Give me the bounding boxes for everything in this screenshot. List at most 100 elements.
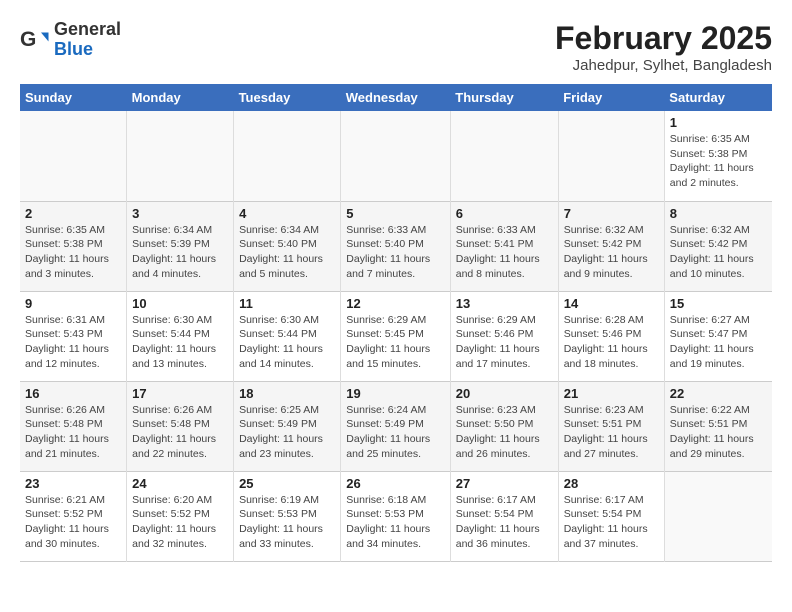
logo-blue-text: Blue (54, 40, 121, 60)
day-info: Sunrise: 6:24 AM Sunset: 5:49 PM Dayligh… (346, 403, 444, 462)
calendar-cell: 15 Sunrise: 6:27 AM Sunset: 5:47 PM Dayli… (664, 291, 772, 381)
calendar-cell: 26 Sunrise: 6:18 AM Sunset: 5:53 PM Dayli… (341, 471, 450, 561)
weekday-header-sunday: Sunday (20, 84, 127, 111)
day-number: 20 (456, 386, 553, 401)
day-number: 12 (346, 296, 444, 311)
day-number: 25 (239, 476, 335, 491)
calendar-cell: 21Sunrise: 6:23 AM Sunset: 5:51 PM Dayli… (558, 381, 664, 471)
calendar-cell: 14 Sunrise: 6:28 AM Sunset: 5:46 PM Dayli… (558, 291, 664, 381)
day-number: 1 (670, 115, 767, 130)
day-info: Sunrise: 6:26 AM Sunset: 5:48 PM Dayligh… (132, 403, 228, 462)
day-info: Sunrise: 6:17 AM Sunset: 5:54 PM Dayligh… (456, 493, 553, 552)
calendar-cell: 19 Sunrise: 6:24 AM Sunset: 5:49 PM Dayli… (341, 381, 450, 471)
weekday-header-tuesday: Tuesday (234, 84, 341, 111)
day-info: Sunrise: 6:31 AM Sunset: 5:43 PM Dayligh… (25, 313, 121, 372)
day-number: 28 (564, 476, 659, 491)
day-number: 24 (132, 476, 228, 491)
calendar-table: SundayMondayTuesdayWednesdayThursdayFrid… (20, 84, 772, 562)
day-info: Sunrise: 6:19 AM Sunset: 5:53 PM Dayligh… (239, 493, 335, 552)
day-info: Sunrise: 6:29 AM Sunset: 5:45 PM Dayligh… (346, 313, 444, 372)
day-info: Sunrise: 6:35 AM Sunset: 5:38 PM Dayligh… (25, 223, 121, 282)
day-info: Sunrise: 6:34 AM Sunset: 5:39 PM Dayligh… (132, 223, 228, 282)
logo-general-text: General (54, 20, 121, 40)
calendar-cell (234, 111, 341, 201)
day-number: 22 (670, 386, 767, 401)
day-info: Sunrise: 6:28 AM Sunset: 5:46 PM Dayligh… (564, 313, 659, 372)
day-number: 13 (456, 296, 553, 311)
calendar-cell: 10Sunrise: 6:30 AM Sunset: 5:44 PM Dayli… (127, 291, 234, 381)
day-info: Sunrise: 6:26 AM Sunset: 5:48 PM Dayligh… (25, 403, 121, 462)
calendar-cell: 22 Sunrise: 6:22 AM Sunset: 5:51 PM Dayli… (664, 381, 772, 471)
day-number: 17 (132, 386, 228, 401)
calendar-cell (664, 471, 772, 561)
calendar-cell: 11 Sunrise: 6:30 AM Sunset: 5:44 PM Dayli… (234, 291, 341, 381)
svg-text:G: G (20, 28, 36, 51)
day-number: 26 (346, 476, 444, 491)
calendar-cell: 16 Sunrise: 6:26 AM Sunset: 5:48 PM Dayli… (20, 381, 127, 471)
weekday-header-thursday: Thursday (450, 84, 558, 111)
day-info: Sunrise: 6:20 AM Sunset: 5:52 PM Dayligh… (132, 493, 228, 552)
calendar-cell: 3Sunrise: 6:34 AM Sunset: 5:39 PM Daylig… (127, 201, 234, 291)
calendar-cell: 18 Sunrise: 6:25 AM Sunset: 5:49 PM Dayli… (234, 381, 341, 471)
day-info: Sunrise: 6:30 AM Sunset: 5:44 PM Dayligh… (239, 313, 335, 372)
day-info: Sunrise: 6:32 AM Sunset: 5:42 PM Dayligh… (564, 223, 659, 282)
calendar-week-4: 16 Sunrise: 6:26 AM Sunset: 5:48 PM Dayli… (20, 381, 772, 471)
day-info: Sunrise: 6:25 AM Sunset: 5:49 PM Dayligh… (239, 403, 335, 462)
calendar-cell: 25 Sunrise: 6:19 AM Sunset: 5:53 PM Dayli… (234, 471, 341, 561)
title-area: February 2025 Jahedpur, Sylhet, Banglade… (555, 20, 772, 74)
day-number: 16 (25, 386, 121, 401)
weekday-header-saturday: Saturday (664, 84, 772, 111)
calendar-title: February 2025 (555, 20, 772, 57)
calendar-cell: 12 Sunrise: 6:29 AM Sunset: 5:45 PM Dayli… (341, 291, 450, 381)
day-info: Sunrise: 6:32 AM Sunset: 5:42 PM Dayligh… (670, 223, 767, 282)
day-info: Sunrise: 6:23 AM Sunset: 5:50 PM Dayligh… (456, 403, 553, 462)
day-info: Sunrise: 6:27 AM Sunset: 5:47 PM Dayligh… (670, 313, 767, 372)
calendar-cell (558, 111, 664, 201)
day-info: Sunrise: 6:17 AM Sunset: 5:54 PM Dayligh… (564, 493, 659, 552)
calendar-cell (127, 111, 234, 201)
day-info: Sunrise: 6:33 AM Sunset: 5:41 PM Dayligh… (456, 223, 553, 282)
calendar-cell: 20 Sunrise: 6:23 AM Sunset: 5:50 PM Dayli… (450, 381, 558, 471)
calendar-cell: 4Sunrise: 6:34 AM Sunset: 5:40 PM Daylig… (234, 201, 341, 291)
calendar-cell: 1 Sunrise: 6:35 AM Sunset: 5:38 PM Daylig… (664, 111, 772, 201)
day-number: 19 (346, 386, 444, 401)
calendar-subtitle: Jahedpur, Sylhet, Bangladesh (555, 57, 772, 74)
logo-icon: G (20, 25, 50, 55)
day-number: 8 (670, 206, 767, 221)
calendar-cell: 9Sunrise: 6:31 AM Sunset: 5:43 PM Daylig… (20, 291, 127, 381)
weekday-header-wednesday: Wednesday (341, 84, 450, 111)
calendar-cell (450, 111, 558, 201)
calendar-cell: 24 Sunrise: 6:20 AM Sunset: 5:52 PM Dayli… (127, 471, 234, 561)
day-info: Sunrise: 6:35 AM Sunset: 5:38 PM Dayligh… (670, 132, 767, 191)
calendar-cell: 27Sunrise: 6:17 AM Sunset: 5:54 PM Dayli… (450, 471, 558, 561)
calendar-cell: 5 Sunrise: 6:33 AM Sunset: 5:40 PM Daylig… (341, 201, 450, 291)
calendar-week-2: 2 Sunrise: 6:35 AM Sunset: 5:38 PM Daylig… (20, 201, 772, 291)
day-number: 18 (239, 386, 335, 401)
day-number: 15 (670, 296, 767, 311)
day-info: Sunrise: 6:30 AM Sunset: 5:44 PM Dayligh… (132, 313, 228, 372)
calendar-cell: 7 Sunrise: 6:32 AM Sunset: 5:42 PM Daylig… (558, 201, 664, 291)
day-number: 21 (564, 386, 659, 401)
header: G General Blue February 2025 Jahedpur, S… (20, 20, 772, 74)
calendar-cell: 17 Sunrise: 6:26 AM Sunset: 5:48 PM Dayli… (127, 381, 234, 471)
calendar-cell: 13Sunrise: 6:29 AM Sunset: 5:46 PM Dayli… (450, 291, 558, 381)
day-info: Sunrise: 6:33 AM Sunset: 5:40 PM Dayligh… (346, 223, 444, 282)
calendar-cell: 23Sunrise: 6:21 AM Sunset: 5:52 PM Dayli… (20, 471, 127, 561)
day-number: 5 (346, 206, 444, 221)
day-number: 7 (564, 206, 659, 221)
calendar-cell (341, 111, 450, 201)
weekday-header-row: SundayMondayTuesdayWednesdayThursdayFrid… (20, 84, 772, 111)
day-info: Sunrise: 6:22 AM Sunset: 5:51 PM Dayligh… (670, 403, 767, 462)
day-info: Sunrise: 6:18 AM Sunset: 5:53 PM Dayligh… (346, 493, 444, 552)
day-number: 14 (564, 296, 659, 311)
day-number: 11 (239, 296, 335, 311)
calendar-cell: 2 Sunrise: 6:35 AM Sunset: 5:38 PM Daylig… (20, 201, 127, 291)
calendar-week-1: 1 Sunrise: 6:35 AM Sunset: 5:38 PM Daylig… (20, 111, 772, 201)
calendar-cell: 28 Sunrise: 6:17 AM Sunset: 5:54 PM Dayli… (558, 471, 664, 561)
calendar-week-3: 9Sunrise: 6:31 AM Sunset: 5:43 PM Daylig… (20, 291, 772, 381)
weekday-header-friday: Friday (558, 84, 664, 111)
logo: G General Blue (20, 20, 121, 60)
weekday-header-monday: Monday (127, 84, 234, 111)
day-number: 2 (25, 206, 121, 221)
calendar-cell: 8 Sunrise: 6:32 AM Sunset: 5:42 PM Daylig… (664, 201, 772, 291)
